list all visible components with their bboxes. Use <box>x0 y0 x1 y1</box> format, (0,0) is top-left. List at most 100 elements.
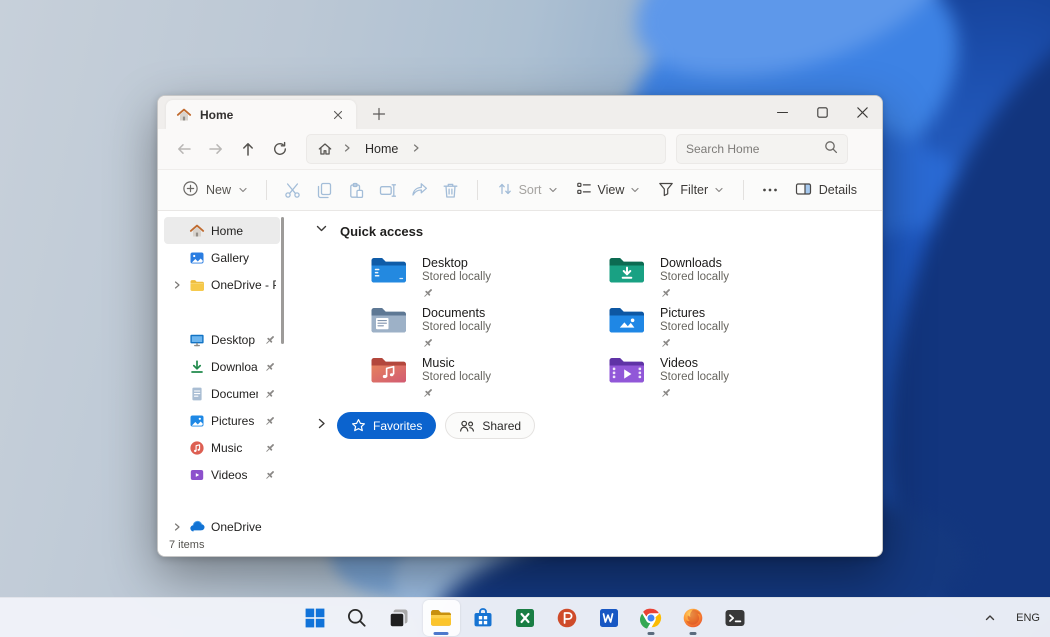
search-box[interactable] <box>676 134 848 164</box>
pin-icon <box>660 336 729 354</box>
view-button[interactable]: View <box>567 175 650 206</box>
taskbar-icon-task-view[interactable] <box>381 600 418 636</box>
chevron-down-icon <box>714 183 724 198</box>
sidebar-item-label: OneDrive <box>211 519 262 534</box>
file-explorer-icon <box>429 606 453 630</box>
tab-close-icon[interactable] <box>328 105 348 125</box>
quick-access-item-videos[interactable]: Videos Stored locally <box>604 353 842 399</box>
rename-button[interactable] <box>372 174 404 206</box>
tab-home[interactable]: Home <box>166 100 356 129</box>
taskbar-icon-excel[interactable] <box>507 600 544 636</box>
folder-desktop-icon <box>370 255 408 290</box>
pin-icon <box>264 361 276 373</box>
quick-access-item-documents[interactable]: Documents Stored locally <box>366 303 604 349</box>
sidebar-item-onedrive[interactable]: OneDrive <box>164 513 280 534</box>
word-icon <box>597 606 621 630</box>
back-button[interactable] <box>168 133 200 165</box>
screen: Home Home Search Home New Sort View Filt… <box>0 0 1050 637</box>
pivot-label: Favorites <box>373 418 423 433</box>
taskbar-icon-store[interactable] <box>465 600 502 636</box>
taskbar-icon-start[interactable] <box>297 600 334 636</box>
plus-circle-icon <box>182 180 199 200</box>
sort-button[interactable]: Sort <box>488 175 567 206</box>
sidebar-item-label: Home <box>211 223 244 238</box>
taskbar-icon-terminal[interactable] <box>717 600 754 636</box>
refresh-button[interactable] <box>264 133 296 165</box>
start-icon <box>303 606 327 630</box>
sidebar-item-downloads[interactable]: Downloads <box>164 353 280 380</box>
sidebar-item-gallery[interactable]: Gallery <box>164 244 280 271</box>
sidebar-item-documents[interactable]: Documents <box>164 380 280 407</box>
favorites-pivot-button[interactable]: Favorites <box>337 412 437 439</box>
expand-chevron-icon[interactable] <box>170 522 183 532</box>
show-hidden-icons-button[interactable] <box>980 608 1000 628</box>
sidebar-item-music[interactable]: Music <box>164 434 280 461</box>
shared-pivot-button[interactable]: Shared <box>445 412 536 439</box>
cut-button[interactable] <box>277 174 309 206</box>
taskbar-icon-search[interactable] <box>339 600 376 636</box>
taskbar-icon-firefox[interactable] <box>675 600 712 636</box>
taskbar-icon-file-explorer[interactable] <box>422 599 460 636</box>
quick-access-item-downloads[interactable]: Downloads Stored locally <box>604 253 842 299</box>
home-tab-icon <box>176 107 192 123</box>
quick-access-header[interactable]: Quick access <box>315 221 882 241</box>
folder-pictures-icon <box>608 305 646 340</box>
chevron-down-icon <box>548 183 558 198</box>
sidebar-item-label: Documents <box>211 386 258 401</box>
more-options-button[interactable] <box>754 174 786 206</box>
taskbar-icon-powerpoint[interactable] <box>549 600 586 636</box>
details-button[interactable]: Details <box>786 175 866 206</box>
system-tray: ENG <box>980 598 1040 637</box>
window-caption <box>762 96 882 129</box>
sidebar-item-onedrive-perso[interactable]: OneDrive - Perso <box>164 271 280 298</box>
sidebar-item-desktop[interactable]: Desktop <box>164 326 280 353</box>
filter-button[interactable]: Filter <box>649 175 733 206</box>
paste-button[interactable] <box>340 174 372 206</box>
details-pane-icon <box>795 181 812 200</box>
delete-button[interactable] <box>435 174 467 206</box>
breadcrumb-home-icon[interactable] <box>317 141 333 157</box>
home-icon <box>189 223 205 239</box>
chevron-down-icon[interactable] <box>315 222 328 240</box>
pin-icon <box>422 386 491 404</box>
taskbar-icon-chrome[interactable] <box>633 600 670 636</box>
item-name: Desktop <box>422 256 468 270</box>
pivot-label: Shared <box>482 418 522 433</box>
star-icon <box>351 418 366 433</box>
address-bar[interactable]: Home <box>306 134 666 164</box>
up-button[interactable] <box>232 133 264 165</box>
search-input[interactable] <box>686 142 824 156</box>
close-button[interactable] <box>842 96 882 129</box>
gallery-icon <box>189 250 205 266</box>
sidebar-item-pictures[interactable]: Pictures <box>164 407 280 434</box>
expand-chevron-icon[interactable] <box>170 280 183 290</box>
chevron-right-icon[interactable] <box>315 417 328 435</box>
sidebar-item-home[interactable]: Home <box>164 217 280 244</box>
minimize-button[interactable] <box>762 96 802 129</box>
pin-icon <box>422 286 491 304</box>
item-name: Music <box>422 356 455 370</box>
pin-icon <box>264 388 276 400</box>
maximize-button[interactable] <box>802 96 842 129</box>
sidebar-item-label: Videos <box>211 467 248 482</box>
quick-access-item-music[interactable]: Music Stored locally <box>366 353 604 399</box>
language-indicator[interactable]: ENG <box>1016 612 1040 624</box>
sidebar-item-videos[interactable]: Videos <box>164 461 280 488</box>
search-icon <box>824 140 838 159</box>
breadcrumb-home[interactable]: Home <box>361 140 402 158</box>
folder-documents-icon <box>370 305 408 340</box>
videos-icon <box>189 467 205 483</box>
quick-access-item-pictures[interactable]: Pictures Stored locally <box>604 303 842 349</box>
new-tab-button[interactable] <box>366 101 392 127</box>
taskbar-icon-word[interactable] <box>591 600 628 636</box>
forward-button[interactable] <box>200 133 232 165</box>
chrome-icon <box>639 606 663 630</box>
new-button[interactable]: New <box>174 174 256 206</box>
copy-button[interactable] <box>309 174 341 206</box>
quick-access-item-desktop[interactable]: Desktop Stored locally <box>366 253 604 299</box>
item-subtitle: Stored locally <box>660 371 730 383</box>
pivot-row: Favorites Shared <box>315 412 882 439</box>
share-button[interactable] <box>403 174 435 206</box>
command-bar: New Sort View Filter Details <box>158 170 882 211</box>
sidebar-scrollbar[interactable] <box>281 217 284 344</box>
